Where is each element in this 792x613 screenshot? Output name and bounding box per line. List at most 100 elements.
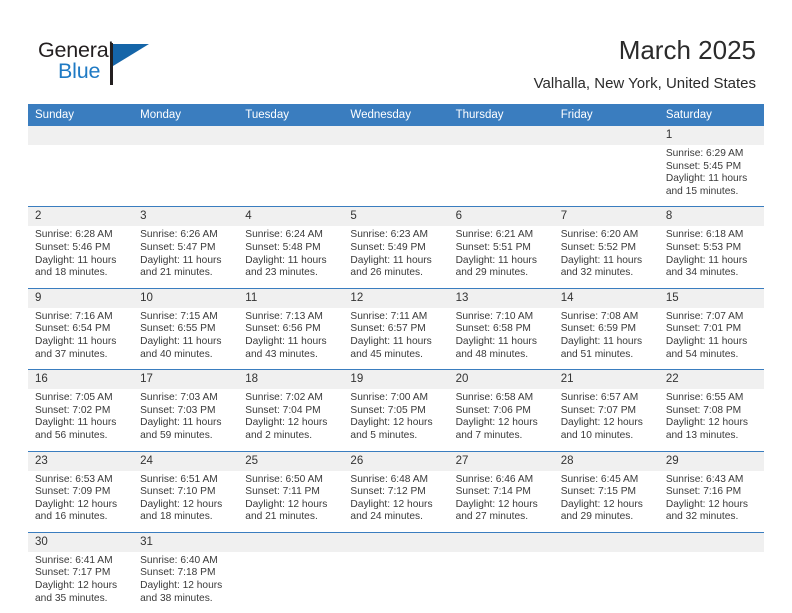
day-number: 3 — [133, 207, 239, 227]
calendar-day-cell[interactable]: 17 Sunrise: 7:03 AM Sunset: 7:03 PM Dayligh… — [133, 369, 239, 451]
calendar-day-cell[interactable]: 29 Sunrise: 6:43 AM Sunset: 7:16 PM Dayligh… — [658, 450, 764, 533]
sunrise-text: Sunrise: 7:15 AM — [140, 310, 218, 322]
day-number: 4 — [238, 207, 344, 227]
calendar-day-cell[interactable]: 14 Sunrise: 7:08 AM Sunset: 6:59 PM Dayligh… — [553, 287, 659, 370]
calendar-week-row: 9 Sunrise: 7:16 AM Sunset: 6:54 PM Daylight… — [28, 287, 764, 370]
day-details: Sunrise: 6:50 AM Sunset: 7:11 PM Daylight:… — [238, 471, 343, 532]
sunrise-text: Sunrise: 6:57 AM — [560, 392, 639, 404]
sunset-text: Sunset: 6:59 PM — [560, 323, 637, 335]
calendar-day-cell[interactable]: 30 Sunrise: 6:41 AM Sunset: 7:17 PM Dayligh… — [28, 531, 134, 613]
calendar-day-cell[interactable]: 7 Sunrise: 6:20 AM Sunset: 5:52 PM Daylight… — [553, 206, 659, 289]
calendar-day-cell-empty — [553, 126, 659, 207]
calendar-day-cell[interactable]: 24 Sunrise: 6:51 AM Sunset: 7:10 PM Dayligh… — [133, 450, 239, 533]
daylight-text: Daylight: 11 hours and 15 minutes. — [665, 173, 748, 197]
calendar-week-row: 2 Sunrise: 6:28 AM Sunset: 5:46 PM Daylight… — [28, 206, 764, 289]
calendar-day-cell-empty — [448, 126, 554, 207]
day-details: Sunrise: 6:40 AM Sunset: 7:18 PM Daylight:… — [133, 552, 238, 613]
sunrise-text: Sunrise: 6:18 AM — [665, 229, 744, 241]
day-number — [28, 126, 134, 145]
sunrise-text: Sunrise: 6:48 AM — [350, 473, 429, 485]
daylight-text: Daylight: 12 hours and 27 minutes. — [455, 498, 538, 523]
general-blue-logo[interactable]: General Blue — [38, 38, 168, 90]
sunset-text: Sunset: 6:56 PM — [245, 323, 321, 335]
sunset-text: Sunset: 7:12 PM — [350, 486, 426, 498]
day-details: Sunrise: 6:51 AM Sunset: 7:10 PM Daylight:… — [133, 471, 238, 532]
day-number: 10 — [133, 288, 239, 308]
calendar-day-cell[interactable]: 11 Sunrise: 7:13 AM Sunset: 6:56 PM Dayligh… — [238, 287, 344, 370]
calendar-day-cell[interactable]: 31 Sunrise: 6:40 AM Sunset: 7:18 PM Dayligh… — [133, 531, 239, 613]
calendar-day-cell[interactable]: 13 Sunrise: 7:10 AM Sunset: 6:58 PM Dayligh… — [448, 287, 554, 370]
calendar-day-cell[interactable]: 28 Sunrise: 6:45 AM Sunset: 7:15 PM Dayligh… — [553, 450, 659, 533]
sunset-text: Sunset: 7:02 PM — [35, 404, 111, 416]
daylight-text: Daylight: 11 hours and 21 minutes. — [140, 254, 222, 279]
calendar-header-row: Sunday Monday Tuesday Wednesday Thursday Frid… — [28, 104, 764, 126]
calendar-week-row: 30 Sunrise: 6:41 AM Sunset: 7:17 PM Dayligh… — [28, 531, 764, 613]
sunset-text: Sunset: 7:11 PM — [245, 486, 320, 498]
sunrise-text: Sunrise: 7:00 AM — [350, 392, 429, 404]
sunrise-text: Sunrise: 6:26 AM — [140, 229, 218, 241]
calendar-week-row: 23 Sunrise: 6:53 AM Sunset: 7:09 PM Dayligh… — [28, 450, 764, 533]
day-details: Sunrise: 6:26 AM Sunset: 5:47 PM Daylight:… — [133, 226, 238, 287]
calendar-body: 1 Sunrise: 6:29 AM Sunset: 5:45 PM Daylight… — [28, 126, 764, 613]
calendar-day-cell[interactable]: 3 Sunrise: 6:26 AM Sunset: 5:47 PM Daylight… — [133, 206, 239, 289]
calendar-day-cell[interactable]: 12 Sunrise: 7:11 AM Sunset: 6:57 PM Dayligh… — [343, 287, 449, 370]
calendar-day-cell[interactable]: 20 Sunrise: 6:58 AM Sunset: 7:06 PM Dayligh… — [448, 369, 554, 451]
day-number: 24 — [133, 451, 239, 471]
calendar-day-cell[interactable]: 21 Sunrise: 6:57 AM Sunset: 7:07 PM Dayligh… — [553, 369, 659, 451]
calendar-day-cell[interactable]: 10 Sunrise: 7:15 AM Sunset: 6:55 PM Dayligh… — [133, 287, 239, 370]
day-number: 14 — [553, 288, 659, 308]
sunrise-text: Sunrise: 6:58 AM — [455, 392, 534, 404]
sunrise-sunset-calendar: Sunday Monday Tuesday Wednesday Thursday Frid… — [28, 104, 764, 613]
calendar-day-cell[interactable]: 25 Sunrise: 6:50 AM Sunset: 7:11 PM Dayligh… — [238, 450, 344, 533]
calendar-day-cell[interactable]: 22 Sunrise: 6:55 AM Sunset: 7:08 PM Dayligh… — [658, 369, 764, 451]
day-number: 1 — [658, 126, 764, 145]
sunrise-text: Sunrise: 7:05 AM — [35, 392, 113, 404]
day-details: Sunrise: 6:46 AM Sunset: 7:14 PM Daylight:… — [449, 471, 554, 532]
calendar-day-cell[interactable]: 5 Sunrise: 6:23 AM Sunset: 5:49 PM Daylight… — [343, 206, 449, 289]
sunset-text: Sunset: 6:54 PM — [35, 323, 111, 335]
calendar-day-cell[interactable]: 27 Sunrise: 6:46 AM Sunset: 7:14 PM Dayligh… — [448, 450, 554, 533]
day-number: 20 — [448, 370, 554, 390]
daylight-text: Daylight: 11 hours and 34 minutes. — [665, 254, 748, 279]
sunrise-text: Sunrise: 6:24 AM — [245, 229, 323, 241]
sunset-text: Sunset: 7:05 PM — [350, 404, 426, 416]
sunset-text: Sunset: 6:57 PM — [350, 323, 426, 335]
calendar-day-cell[interactable]: 9 Sunrise: 7:16 AM Sunset: 6:54 PM Daylight… — [28, 287, 134, 370]
sunrise-text: Sunrise: 7:07 AM — [665, 310, 744, 322]
calendar-day-cell[interactable]: 26 Sunrise: 6:48 AM Sunset: 7:12 PM Dayligh… — [343, 450, 449, 533]
day-details: Sunrise: 6:53 AM Sunset: 7:09 PM Daylight:… — [28, 471, 133, 532]
calendar-day-cell[interactable]: 1 Sunrise: 6:29 AM Sunset: 5:45 PM Daylight… — [658, 126, 764, 207]
daylight-text: Daylight: 12 hours and 38 minutes. — [140, 580, 223, 604]
sunrise-text: Sunrise: 7:03 AM — [140, 392, 218, 404]
sail-triangle-icon — [113, 44, 149, 66]
daylight-text: Daylight: 12 hours and 5 minutes. — [350, 417, 433, 441]
calendar-day-cell[interactable]: 4 Sunrise: 6:24 AM Sunset: 5:48 PM Daylight… — [238, 206, 344, 289]
daylight-text: Daylight: 12 hours and 32 minutes. — [665, 498, 748, 523]
calendar-day-cell[interactable]: 23 Sunrise: 6:53 AM Sunset: 7:09 PM Dayligh… — [28, 450, 134, 533]
day-number: 6 — [448, 207, 554, 227]
day-details: Sunrise: 6:29 AM Sunset: 5:45 PM Daylight:… — [659, 145, 764, 206]
sunrise-text: Sunrise: 6:41 AM — [35, 554, 113, 566]
calendar-day-cell[interactable]: 6 Sunrise: 6:21 AM Sunset: 5:51 PM Daylight… — [448, 206, 554, 289]
calendar-day-cell[interactable]: 15 Sunrise: 7:07 AM Sunset: 7:01 PM Dayligh… — [658, 287, 764, 370]
day-number: 9 — [28, 288, 134, 308]
calendar-day-cell[interactable]: 2 Sunrise: 6:28 AM Sunset: 5:46 PM Daylight… — [28, 206, 134, 289]
sunrise-text: Sunrise: 6:21 AM — [455, 229, 534, 241]
calendar-week-row: 16 Sunrise: 7:05 AM Sunset: 7:02 PM Dayligh… — [28, 369, 764, 451]
calendar-day-cell[interactable]: 18 Sunrise: 7:02 AM Sunset: 7:04 PM Dayligh… — [238, 369, 344, 451]
daylight-text: Daylight: 12 hours and 13 minutes. — [665, 417, 748, 441]
weekday-header-wednesday: Wednesday — [343, 104, 449, 126]
page-title: March 2025 — [618, 35, 756, 65]
calendar-day-cell-empty — [448, 531, 554, 613]
day-details: Sunrise: 6:23 AM Sunset: 5:49 PM Daylight:… — [343, 226, 448, 287]
calendar-day-cell[interactable]: 19 Sunrise: 7:00 AM Sunset: 7:05 PM Dayligh… — [343, 369, 449, 451]
day-number: 23 — [28, 451, 134, 471]
day-details: Sunrise: 6:45 AM Sunset: 7:15 PM Daylight:… — [554, 471, 659, 532]
sunrise-text: Sunrise: 6:23 AM — [350, 229, 429, 241]
calendar-day-cell[interactable]: 8 Sunrise: 6:18 AM Sunset: 5:53 PM Daylight… — [658, 206, 764, 289]
sunrise-text: Sunrise: 6:55 AM — [665, 392, 744, 404]
day-details: Sunrise: 7:03 AM Sunset: 7:03 PM Daylight:… — [133, 389, 238, 450]
day-details: Sunrise: 6:48 AM Sunset: 7:12 PM Daylight:… — [343, 471, 448, 532]
calendar-day-cell[interactable]: 16 Sunrise: 7:05 AM Sunset: 7:02 PM Dayligh… — [28, 369, 134, 451]
day-number: 7 — [553, 207, 659, 227]
